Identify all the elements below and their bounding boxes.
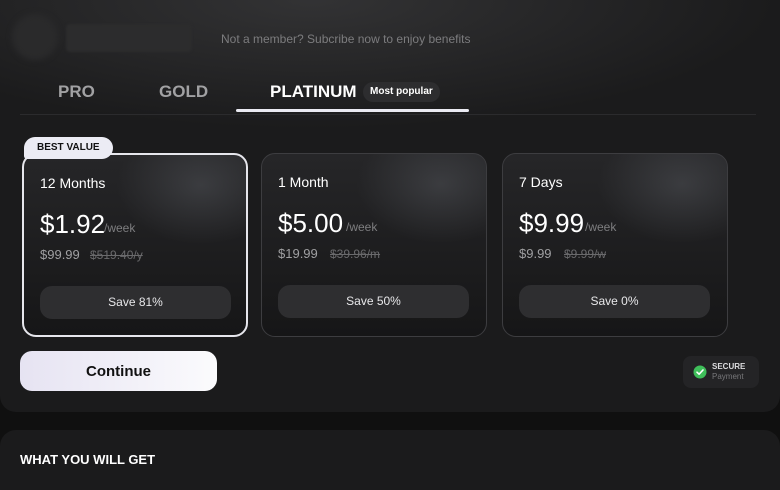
plan-card-12-months[interactable]: 12 Months $1.92 /week $99.99 $519.40/y S… xyxy=(22,153,248,337)
tab-pro[interactable]: PRO xyxy=(58,82,95,102)
best-value-badge: BEST VALUE xyxy=(24,137,113,159)
secure-subtitle: Payment xyxy=(712,372,744,381)
plan-total-price: $99.99 xyxy=(40,247,80,262)
plan-tabs: PRO GOLD PLATINUM Most popular xyxy=(0,72,760,116)
plan-price-unit: /week xyxy=(104,221,136,235)
plan-savings: Save 0% xyxy=(519,285,710,318)
plan-card-1-month[interactable]: 1 Month $5.00 /week $19.99 $39.96/m Save… xyxy=(261,153,487,337)
plan-savings: Save 50% xyxy=(278,285,469,318)
plan-total-price: $9.99 xyxy=(519,246,552,261)
plan-price: $5.00 xyxy=(278,208,344,238)
shield-check-icon xyxy=(693,365,707,379)
plan-card-7-days[interactable]: 7 Days $9.99 /week $9.99 $9.99/w Save 0% xyxy=(502,153,728,337)
plan-original-price: $519.40/y xyxy=(90,248,143,262)
most-popular-badge: Most popular xyxy=(363,82,440,102)
avatar xyxy=(12,14,58,60)
tab-gold[interactable]: GOLD xyxy=(159,82,208,102)
benefits-section: WHAT YOU WILL GET xyxy=(0,430,780,490)
subscribe-prompt: Not a member? Subcribe now to enjoy bene… xyxy=(221,32,471,46)
secure-payment-badge: SECURE Payment xyxy=(683,356,759,388)
plan-duration: 12 Months xyxy=(40,175,106,191)
plan-price-unit: /week xyxy=(346,220,378,234)
tab-platinum[interactable]: PLATINUM xyxy=(270,82,357,102)
plan-original-price: $9.99/w xyxy=(564,247,607,261)
plan-price: $9.99 xyxy=(519,208,585,238)
benefits-title: WHAT YOU WILL GET xyxy=(20,452,156,467)
subscription-panel: Not a member? Subcribe now to enjoy bene… xyxy=(0,0,780,412)
plan-original-price: $39.96/m xyxy=(330,247,381,261)
continue-button[interactable]: Continue xyxy=(20,351,217,391)
plan-total-price: $19.99 xyxy=(278,246,318,261)
plan-duration: 7 Days xyxy=(519,174,563,190)
plan-price: $1.92 xyxy=(40,209,106,239)
secure-title: SECURE xyxy=(712,362,746,371)
plan-price-unit: /week xyxy=(585,220,617,234)
blurred-user-name xyxy=(66,24,192,52)
active-tab-indicator xyxy=(236,109,469,112)
plan-duration: 1 Month xyxy=(278,174,329,190)
plan-savings: Save 81% xyxy=(40,286,231,319)
tabs-divider xyxy=(20,114,756,115)
